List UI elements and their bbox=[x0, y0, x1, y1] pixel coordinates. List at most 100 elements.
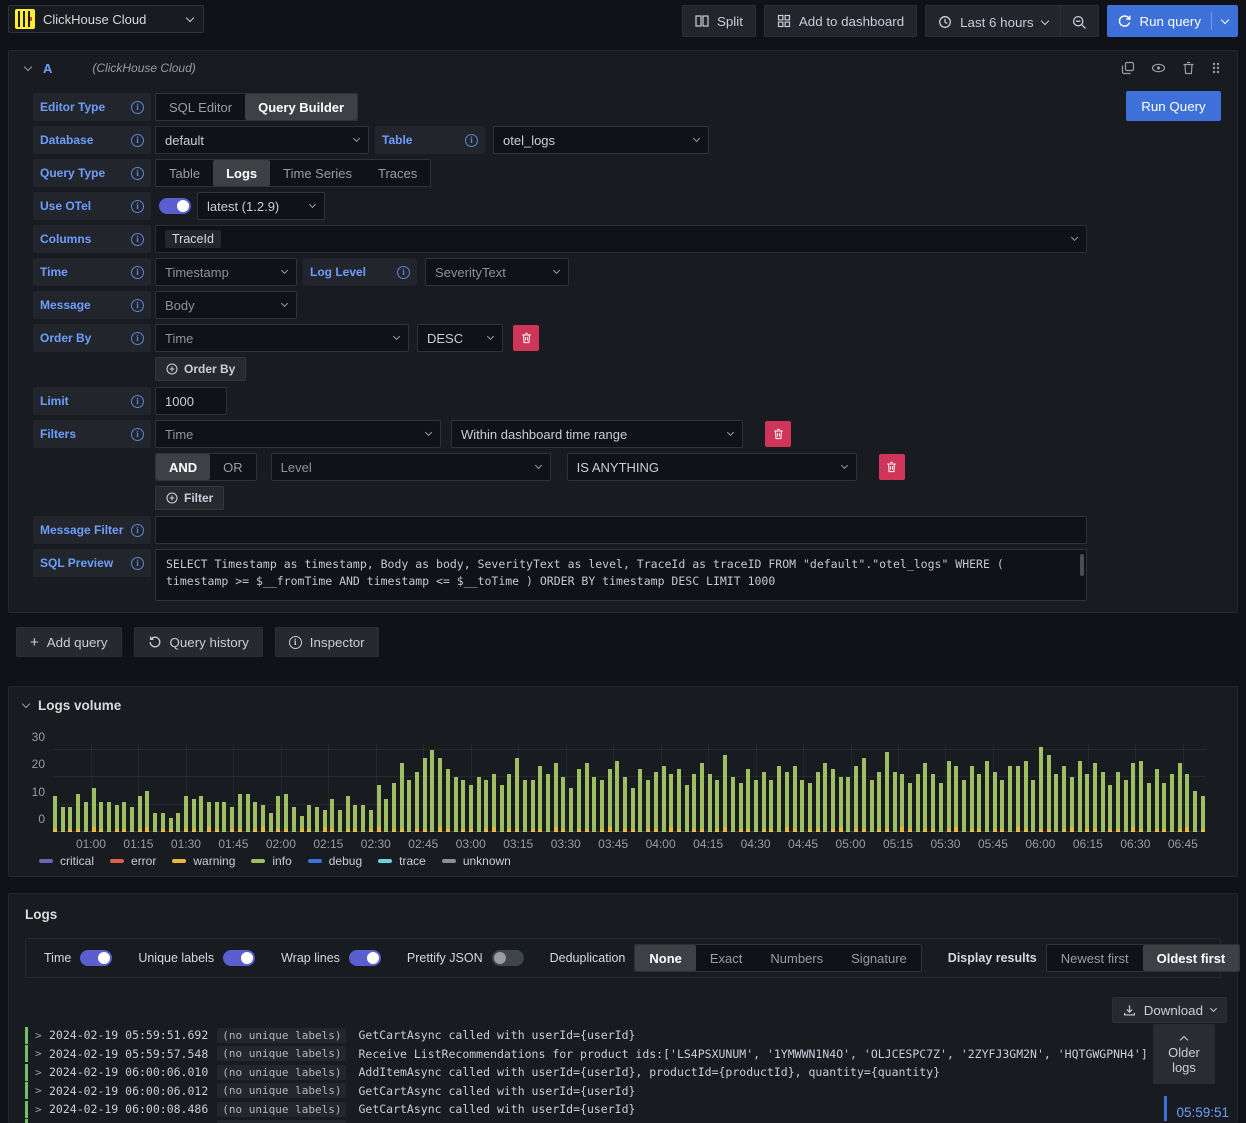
segment-option-none[interactable]: None bbox=[635, 945, 696, 971]
log-row[interactable]: > 2024-02-19 06:00:06.010 (no unique lab… bbox=[25, 1063, 1221, 1082]
datasource-picker[interactable]: ClickHouse Cloud bbox=[8, 5, 204, 33]
logs-title: Logs bbox=[25, 907, 58, 922]
segment-option-newest-first[interactable]: Newest first bbox=[1047, 945, 1143, 971]
legend-item-debug[interactable]: debug bbox=[307, 854, 362, 868]
legend-item-critical[interactable]: critical bbox=[39, 854, 94, 868]
legend-item-trace[interactable]: trace bbox=[378, 854, 426, 868]
segment-option-exact[interactable]: Exact bbox=[696, 945, 757, 971]
info-icon[interactable]: i bbox=[397, 265, 410, 279]
add-filter-button[interactable]: Filter bbox=[155, 486, 225, 510]
otel-version-select[interactable]: latest (1.2.9) bbox=[197, 192, 325, 220]
add-query-button[interactable]: + Add query bbox=[16, 627, 122, 657]
scrollbar[interactable] bbox=[1080, 554, 1084, 576]
volume-bar bbox=[961, 779, 966, 832]
message-filter-input[interactable] bbox=[155, 516, 1087, 544]
remove-filter-button[interactable] bbox=[878, 454, 905, 480]
eye-icon[interactable] bbox=[1151, 61, 1166, 75]
segment-option-sql-editor[interactable]: SQL Editor bbox=[156, 94, 245, 120]
use-otel-toggle[interactable] bbox=[159, 198, 191, 214]
split-button[interactable]: Split bbox=[681, 5, 756, 37]
volume-bar bbox=[1139, 760, 1144, 832]
columns-multiselect[interactable]: TraceId bbox=[155, 225, 1087, 253]
segment-option-table[interactable]: Table bbox=[156, 160, 213, 186]
log-level-select[interactable]: SeverityText bbox=[425, 258, 569, 286]
editor-run-query-button[interactable]: Run Query bbox=[1126, 91, 1221, 121]
collapse-chevron-icon[interactable] bbox=[21, 699, 31, 709]
legend-item-error[interactable]: error bbox=[110, 854, 156, 868]
filter-time-field-select[interactable]: Time bbox=[155, 420, 441, 448]
info-icon[interactable]: i bbox=[131, 394, 144, 408]
log-row[interactable]: > 2024-02-19 06:00:18.663 (no unique lab… bbox=[25, 1119, 1221, 1123]
column-chip[interactable]: TraceId bbox=[165, 230, 221, 248]
run-query-button[interactable]: Run query bbox=[1106, 5, 1238, 37]
segment-option-query-builder[interactable]: Query Builder bbox=[245, 94, 358, 120]
table-select[interactable]: otel_logs bbox=[493, 126, 709, 154]
segment-option-time-series[interactable]: Time Series bbox=[270, 160, 365, 186]
x-axis-tick-label: 03:45 bbox=[598, 837, 629, 851]
segment-option-or[interactable]: OR bbox=[210, 454, 256, 480]
info-icon[interactable]: i bbox=[131, 427, 144, 441]
trash-icon[interactable] bbox=[1182, 61, 1195, 75]
wrap-lines-toggle[interactable] bbox=[348, 950, 381, 966]
time-toggle[interactable] bbox=[80, 950, 113, 966]
order-by-field-select[interactable]: Time bbox=[155, 324, 409, 352]
volume-bar bbox=[1092, 763, 1097, 832]
download-button[interactable]: Download bbox=[1111, 997, 1227, 1023]
volume-bar bbox=[106, 801, 111, 832]
info-icon[interactable]: i bbox=[131, 331, 144, 345]
drag-handle-icon[interactable] bbox=[1211, 61, 1221, 75]
info-icon[interactable]: i bbox=[131, 199, 144, 213]
expand-arrow-icon[interactable]: > bbox=[35, 1029, 49, 1042]
segment-option-logs[interactable]: Logs bbox=[213, 160, 271, 186]
message-column-select[interactable]: Body bbox=[155, 291, 297, 319]
collapse-chevron-icon[interactable] bbox=[23, 62, 33, 71]
log-row[interactable]: > 2024-02-19 05:59:51.692 (no unique lab… bbox=[25, 1026, 1221, 1045]
segment-option-and[interactable]: AND bbox=[156, 454, 211, 480]
info-icon[interactable]: i bbox=[131, 100, 144, 114]
add-order-by-button[interactable]: Order By bbox=[155, 357, 247, 381]
limit-input[interactable] bbox=[155, 387, 227, 415]
log-row[interactable]: > 2024-02-19 05:59:57.548 (no unique lab… bbox=[25, 1045, 1221, 1064]
info-icon[interactable]: i bbox=[131, 232, 144, 246]
info-icon[interactable]: i bbox=[131, 166, 144, 180]
segment-option-signature[interactable]: Signature bbox=[837, 945, 921, 971]
x-axis-tick-label: 01:30 bbox=[170, 837, 201, 851]
order-by-direction-select[interactable]: DESC bbox=[417, 324, 503, 352]
inspector-button[interactable]: i Inspector bbox=[274, 627, 379, 657]
expand-arrow-icon[interactable]: > bbox=[35, 1047, 49, 1060]
remove-order-by-button[interactable] bbox=[513, 325, 539, 351]
log-row[interactable]: > 2024-02-19 06:00:06.012 (no unique lab… bbox=[25, 1082, 1221, 1101]
expand-arrow-icon[interactable]: > bbox=[35, 1084, 49, 1097]
info-icon[interactable]: i bbox=[131, 523, 144, 537]
older-logs-button[interactable]: Older logs bbox=[1153, 1024, 1215, 1084]
filter-time-operator-select[interactable]: Within dashboard time range bbox=[451, 420, 743, 448]
info-icon[interactable]: i bbox=[131, 556, 144, 570]
segment-option-traces[interactable]: Traces bbox=[365, 160, 430, 186]
filter-operator-select[interactable]: IS ANYTHING bbox=[566, 453, 857, 481]
legend-item-warning[interactable]: warning bbox=[172, 854, 235, 868]
info-icon[interactable]: i bbox=[131, 133, 144, 147]
log-row[interactable]: > 2024-02-19 06:00:08.486 (no unique lab… bbox=[25, 1100, 1221, 1119]
duplicate-icon[interactable] bbox=[1121, 61, 1135, 75]
zoom-out-time-button[interactable] bbox=[1061, 6, 1098, 38]
expand-arrow-icon[interactable]: > bbox=[35, 1103, 49, 1116]
database-select[interactable]: default bbox=[155, 126, 369, 154]
remove-time-filter-button[interactable] bbox=[765, 421, 791, 447]
time-range-picker[interactable]: Last 6 hours bbox=[926, 6, 1059, 38]
info-icon[interactable]: i bbox=[465, 133, 478, 147]
unique-labels-toggle[interactable] bbox=[223, 950, 256, 966]
add-to-dashboard-button[interactable]: Add to dashboard bbox=[763, 5, 918, 37]
segment-option-numbers[interactable]: Numbers bbox=[756, 945, 837, 971]
segment-option-oldest-first[interactable]: Oldest first bbox=[1142, 945, 1240, 971]
query-history-button[interactable]: Query history bbox=[133, 627, 263, 657]
prettify-json-toggle[interactable] bbox=[491, 950, 524, 966]
log-message: AddItemAsync called with userId={userId}… bbox=[358, 1065, 941, 1080]
time-column-select[interactable]: Timestamp bbox=[155, 258, 297, 286]
volume-bar bbox=[638, 768, 643, 832]
info-icon[interactable]: i bbox=[131, 265, 144, 279]
expand-arrow-icon[interactable]: > bbox=[35, 1066, 49, 1079]
filter-field-select[interactable]: Level bbox=[270, 453, 551, 481]
legend-item-unknown[interactable]: unknown bbox=[441, 854, 511, 868]
info-icon[interactable]: i bbox=[131, 298, 144, 312]
legend-item-info[interactable]: info bbox=[251, 854, 292, 868]
